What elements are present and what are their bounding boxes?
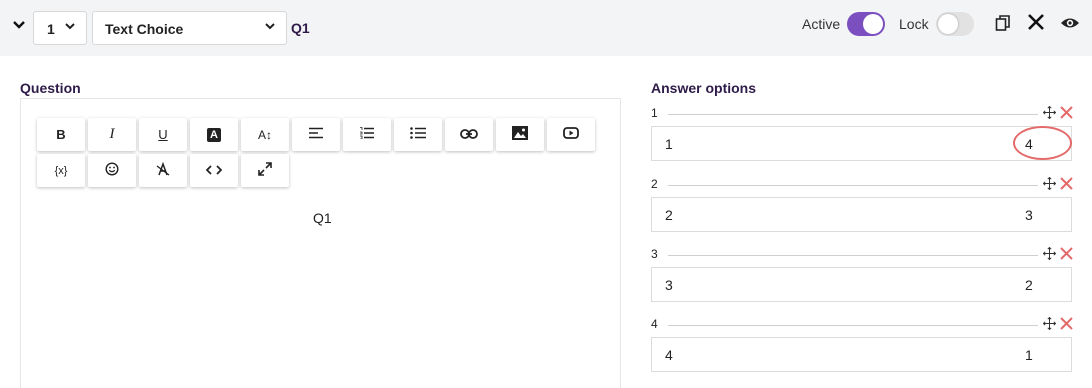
ordered-list-icon [360,127,374,142]
lock-label: Lock [899,16,929,32]
option-value-input[interactable]: 1 [1013,337,1072,372]
align-button[interactable] [292,118,340,151]
option-text-input[interactable]: 1 [651,126,1014,161]
variable-button[interactable]: {x} [37,154,85,187]
option-value-input[interactable]: 3 [1013,197,1072,232]
option-index: 4 [651,317,658,331]
image-button[interactable] [496,118,544,151]
chevron-down-icon [264,20,276,35]
question-type-value: Text Choice [105,21,184,37]
option-text-value: 2 [665,207,673,223]
delete-option-icon[interactable] [1060,177,1073,190]
underline-label: U [158,127,168,142]
option-value: 2 [1025,277,1033,293]
video-button[interactable] [547,118,595,151]
question-type-select[interactable]: Text Choice [92,11,287,45]
bold-button[interactable]: B [37,118,85,151]
collapse-chevron-icon[interactable] [12,18,28,36]
question-number-value: 1 [47,21,55,37]
option-text-value: 1 [665,136,673,152]
font-size-icon: A↕ [257,127,272,142]
fullscreen-icon [258,162,272,179]
toggle-knob [863,14,883,34]
align-left-icon [309,127,323,142]
clear-format-icon [156,161,170,179]
text-color-icon: A [207,127,221,142]
code-button[interactable] [190,154,238,187]
move-icon[interactable] [1042,316,1057,331]
question-section-title: Question [20,80,81,96]
question-name: Q1 [291,20,310,36]
option-divider [668,185,1038,186]
option-value-input[interactable]: 2 [1013,267,1072,302]
option-text-input[interactable]: 3 [651,267,1014,302]
video-icon [563,127,579,142]
chevron-down-icon [64,20,76,35]
lock-toggle[interactable] [936,12,974,36]
variable-icon: {x} [54,164,68,177]
delete-option-icon[interactable] [1060,317,1073,330]
link-button[interactable] [445,118,493,151]
option-text-input[interactable]: 4 [651,337,1014,372]
text-color-button[interactable]: A [190,118,238,151]
option-value: 1 [1025,347,1033,363]
question-header: 1 Text Choice Q1 Active Lock [0,0,1092,56]
move-icon[interactable] [1042,176,1057,191]
option-text-input[interactable]: 2 [651,197,1014,232]
active-label: Active [802,16,841,32]
emoji-icon [105,162,119,179]
option-text-value: 4 [665,347,673,363]
option-text-value: 3 [665,277,673,293]
rich-text-editor[interactable]: B I U A A↕ {x} Q1 [20,98,621,388]
move-icon[interactable] [1042,246,1057,261]
close-icon[interactable] [1026,12,1046,32]
font-size-button[interactable]: A↕ [241,118,289,151]
toggle-knob [938,14,958,34]
option-divider [668,255,1038,256]
image-icon [512,126,528,143]
unordered-list-button[interactable] [394,118,442,151]
italic-button[interactable]: I [88,118,136,151]
answer-options-title: Answer options [651,80,757,96]
italic-label: I [109,126,115,142]
active-toggle[interactable] [847,12,885,36]
underline-button[interactable]: U [139,118,187,151]
bold-label: B [56,127,66,142]
emoji-button[interactable] [88,154,136,187]
option-index: 2 [651,177,658,191]
link-icon [460,127,478,142]
code-icon [205,163,223,178]
fullscreen-button[interactable] [241,154,289,187]
delete-option-icon[interactable] [1060,106,1073,119]
question-number-select[interactable]: 1 [33,11,87,45]
editor-content[interactable]: Q1 [313,210,332,226]
eye-icon[interactable] [1060,14,1080,32]
option-index: 3 [651,247,658,261]
move-icon[interactable] [1042,105,1057,120]
option-index: 1 [651,106,658,120]
unordered-list-icon [410,127,426,142]
highlight-annotation [1013,126,1072,160]
clear-format-button[interactable] [139,154,187,187]
option-divider [668,325,1038,326]
duplicate-icon[interactable] [995,14,1011,32]
ordered-list-button[interactable] [343,118,391,151]
option-divider [668,114,1038,115]
delete-option-icon[interactable] [1060,247,1073,260]
option-value: 3 [1025,207,1033,223]
